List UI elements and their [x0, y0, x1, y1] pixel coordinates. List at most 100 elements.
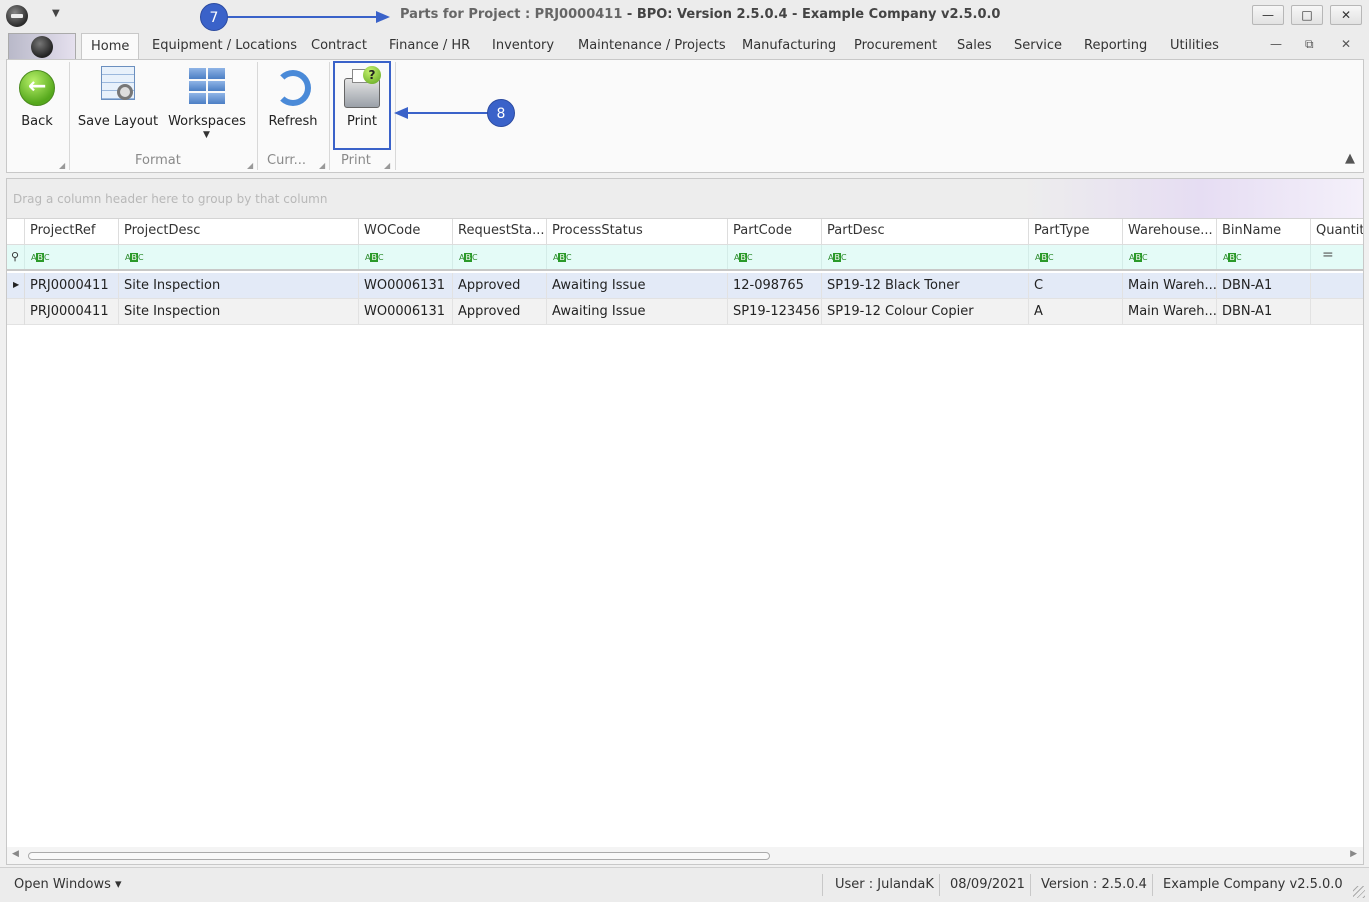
- cell-requeststatus[interactable]: Approved: [453, 299, 547, 325]
- tab-finance-hr[interactable]: Finance / HR: [389, 38, 470, 53]
- column-header-wocode[interactable]: WOCode: [359, 219, 453, 245]
- group-by-panel[interactable]: Drag a column header here to group by th…: [7, 179, 1363, 219]
- tab-equipment-locations[interactable]: Equipment / Locations: [152, 38, 297, 53]
- status-company: Example Company v2.5.0.0: [1163, 877, 1343, 892]
- workspaces-button[interactable]: Workspaces ▼: [167, 64, 247, 154]
- filter-cell-projectdesc[interactable]: ABC: [119, 245, 359, 269]
- column-header-requeststatus[interactable]: RequestSta...: [453, 219, 547, 245]
- quick-access-dropdown-icon[interactable]: ▼: [52, 8, 60, 19]
- mdi-restore-button[interactable]: ⧉: [1305, 37, 1314, 52]
- cell-partdesc[interactable]: SP19-12 Black Toner: [822, 273, 1029, 299]
- tab-contract[interactable]: Contract: [311, 38, 367, 53]
- column-header-binname[interactable]: BinName: [1217, 219, 1311, 245]
- column-header-projectref[interactable]: ProjectRef: [25, 219, 119, 245]
- mdi-minimize-button[interactable]: —: [1270, 37, 1282, 51]
- group-separator: [329, 62, 330, 170]
- column-header-quantity[interactable]: Quantity: [1311, 219, 1363, 245]
- horizontal-scrollbar[interactable]: ◀ ▶: [7, 847, 1363, 864]
- filter-cell-projectref[interactable]: ABC: [25, 245, 119, 269]
- filter-cell-binname[interactable]: ABC: [1217, 245, 1311, 269]
- cell-partdesc[interactable]: SP19-12 Colour Copier: [822, 299, 1029, 325]
- window-title: Parts for Project : PRJ0000411 - BPO: Ve…: [400, 7, 1000, 22]
- cell-quantity[interactable]: [1311, 273, 1363, 299]
- minimize-button[interactable]: —: [1252, 5, 1284, 25]
- filter-cell-partdesc[interactable]: ABC: [822, 245, 1029, 269]
- group-label-current: Curr...: [267, 153, 306, 168]
- cell-wocode[interactable]: WO0006131: [359, 299, 453, 325]
- application-menu-button[interactable]: [8, 33, 76, 59]
- tab-procurement[interactable]: Procurement: [854, 38, 937, 53]
- chevron-down-icon: ▼: [203, 130, 210, 140]
- window-title-prefix: Parts for Project : PRJ0000411: [400, 7, 623, 22]
- cell-parttype[interactable]: C: [1029, 273, 1123, 299]
- ribbon-tabs: Home Equipment / Locations Contract Fina…: [0, 32, 1369, 60]
- cell-warehouse[interactable]: Main Wareh...: [1123, 273, 1217, 299]
- cell-projectref[interactable]: PRJ0000411: [25, 299, 119, 325]
- tab-home[interactable]: Home: [81, 33, 140, 60]
- text-filter-icon: ABC: [365, 253, 384, 262]
- filter-cell-requeststatus[interactable]: ABC: [453, 245, 547, 269]
- cell-projectdesc[interactable]: Site Inspection: [119, 273, 359, 299]
- column-header-parttype[interactable]: PartType: [1029, 219, 1123, 245]
- filter-cell-wocode[interactable]: ABC: [359, 245, 453, 269]
- tab-reporting[interactable]: Reporting: [1084, 38, 1147, 53]
- cell-warehouse[interactable]: Main Wareh...: [1123, 299, 1217, 325]
- ribbon-collapse-icon[interactable]: ▲: [1345, 151, 1355, 166]
- column-header-partdesc[interactable]: PartDesc: [822, 219, 1029, 245]
- refresh-button[interactable]: Refresh: [263, 64, 323, 144]
- cell-projectref[interactable]: PRJ0000411: [25, 273, 119, 299]
- cell-partcode[interactable]: 12-098765: [728, 273, 822, 299]
- tab-sales[interactable]: Sales: [957, 38, 992, 53]
- back-label: Back: [21, 114, 53, 129]
- cell-partcode[interactable]: SP19-123456: [728, 299, 822, 325]
- open-windows-button[interactable]: Open Windows ▾: [14, 877, 122, 892]
- tab-utilities[interactable]: Utilities: [1170, 38, 1219, 53]
- cell-processstatus[interactable]: Awaiting Issue: [547, 299, 728, 325]
- cell-binname[interactable]: DBN-A1: [1217, 299, 1311, 325]
- group-dialog-launcher-icon[interactable]: ◢: [247, 161, 253, 170]
- back-button[interactable]: Back: [9, 64, 65, 144]
- callout-7-arrow-head: [376, 11, 390, 23]
- cell-parttype[interactable]: A: [1029, 299, 1123, 325]
- text-filter-icon: ABC: [1035, 253, 1054, 262]
- group-dialog-launcher-icon[interactable]: ◢: [59, 161, 65, 170]
- app-logo-icon[interactable]: [6, 5, 28, 27]
- tab-inventory[interactable]: Inventory: [492, 38, 554, 53]
- column-header-processstatus[interactable]: ProcessStatus: [547, 219, 728, 245]
- column-header-projectdesc[interactable]: ProjectDesc: [119, 219, 359, 245]
- filter-cell-partcode[interactable]: ABC: [728, 245, 822, 269]
- group-dialog-launcher-icon[interactable]: ◢: [384, 161, 390, 170]
- status-date: 08/09/2021: [950, 877, 1025, 892]
- tab-maintenance-projects[interactable]: Maintenance / Projects: [578, 38, 726, 53]
- save-layout-button[interactable]: Save Layout: [75, 64, 161, 144]
- scroll-left-icon[interactable]: ◀: [12, 849, 19, 859]
- maximize-button[interactable]: □: [1291, 5, 1323, 25]
- tab-manufacturing[interactable]: Manufacturing: [742, 38, 836, 53]
- filter-cell-parttype[interactable]: ABC: [1029, 245, 1123, 269]
- scroll-thumb[interactable]: [28, 852, 770, 860]
- table-row[interactable]: PRJ0000411 Site Inspection WO0006131 App…: [7, 299, 1363, 325]
- column-header-partcode[interactable]: PartCode: [728, 219, 822, 245]
- cell-quantity[interactable]: [1311, 299, 1363, 325]
- resize-grip-icon[interactable]: [1353, 886, 1365, 898]
- tab-service[interactable]: Service: [1014, 38, 1062, 53]
- group-dialog-launcher-icon[interactable]: ◢: [319, 161, 325, 170]
- close-button[interactable]: ✕: [1330, 5, 1362, 25]
- filter-cell-warehouse[interactable]: ABC: [1123, 245, 1217, 269]
- cell-wocode[interactable]: WO0006131: [359, 273, 453, 299]
- cell-processstatus[interactable]: Awaiting Issue: [547, 273, 728, 299]
- table-row[interactable]: ▶ PRJ0000411 Site Inspection WO0006131 A…: [7, 273, 1363, 299]
- status-separator: [939, 874, 940, 896]
- column-header-warehouse[interactable]: Warehouse...: [1123, 219, 1217, 245]
- cell-projectdesc[interactable]: Site Inspection: [119, 299, 359, 325]
- mdi-close-button[interactable]: ✕: [1341, 37, 1351, 51]
- filter-pin-icon: ⚲: [11, 250, 20, 263]
- refresh-icon: [275, 70, 311, 106]
- filter-cell-quantity[interactable]: =: [1311, 245, 1363, 269]
- ribbon-panel: Back ◢ Save Layout Workspaces ▼ Format ◢…: [6, 59, 1364, 173]
- filter-cell-processstatus[interactable]: ABC: [547, 245, 728, 269]
- cell-binname[interactable]: DBN-A1: [1217, 273, 1311, 299]
- text-filter-icon: ABC: [1223, 253, 1242, 262]
- cell-requeststatus[interactable]: Approved: [453, 273, 547, 299]
- scroll-right-icon[interactable]: ▶: [1350, 849, 1357, 859]
